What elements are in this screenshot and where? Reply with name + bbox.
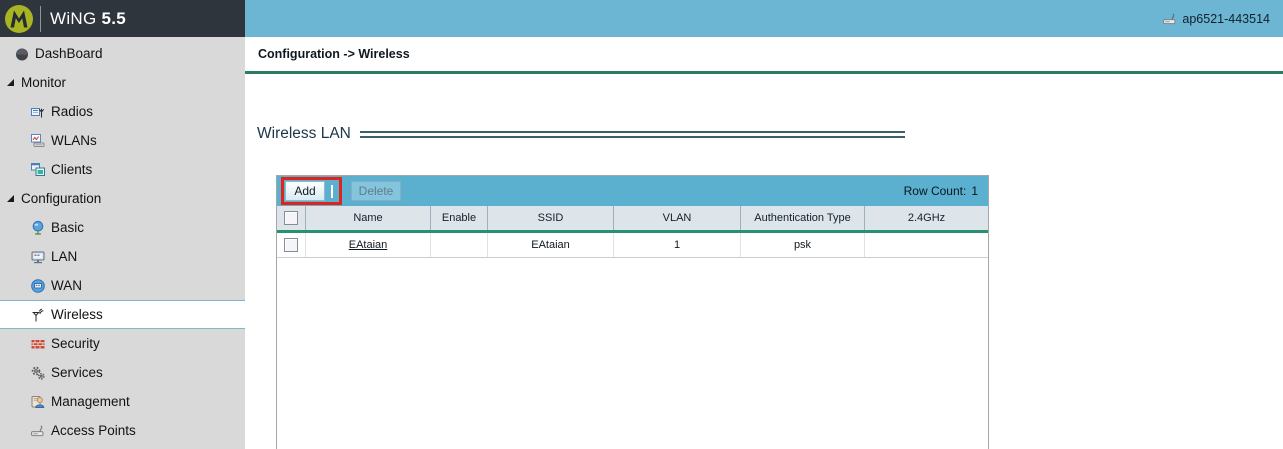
row-count: Row Count: 1 bbox=[904, 184, 980, 198]
sidebar-item-wlans[interactable]: WLANs bbox=[0, 126, 245, 155]
main-content: Configuration -> Wireless Wireless LAN A… bbox=[245, 37, 1283, 449]
access-point-icon bbox=[1161, 11, 1179, 27]
sidebar-item-label: Management bbox=[51, 394, 130, 409]
wireless-lan-table-panel: Add Delete Row Count: 1 Name Enable SSID… bbox=[276, 175, 989, 449]
cell-24ghz bbox=[865, 233, 988, 257]
section-title-rule bbox=[359, 130, 905, 138]
sidebar-group-configuration[interactable]: Configuration bbox=[0, 184, 245, 213]
services-gears-icon bbox=[29, 365, 47, 381]
sidebar-item-basic[interactable]: Basic bbox=[0, 213, 245, 242]
column-header-authentication-type[interactable]: Authentication Type bbox=[741, 206, 865, 230]
sidebar-group-label: Configuration bbox=[21, 191, 102, 206]
cell-enable bbox=[431, 233, 488, 257]
top-bar-blue: ap6521-443514 bbox=[245, 0, 1283, 37]
table-row: EAtaian EAtaian 1 psk bbox=[277, 233, 988, 258]
section-title-row: Wireless LAN bbox=[257, 125, 905, 143]
column-header-24ghz[interactable]: 2.4GHz bbox=[865, 206, 988, 230]
select-all-checkbox[interactable] bbox=[284, 211, 298, 225]
row-checkbox[interactable] bbox=[284, 238, 298, 252]
wlans-icon bbox=[29, 133, 47, 149]
basic-icon bbox=[29, 220, 47, 236]
sidebar-item-wireless[interactable]: Wireless bbox=[0, 300, 245, 329]
access-points-icon bbox=[29, 423, 47, 439]
delete-button[interactable]: Delete bbox=[351, 181, 401, 201]
table-toolbar: Add Delete Row Count: 1 bbox=[277, 176, 988, 206]
brand-block: WiNG 5.5 bbox=[0, 0, 245, 37]
add-button-cursor-tick bbox=[331, 184, 333, 198]
wireless-icon bbox=[29, 307, 47, 323]
sidebar-item-label: Services bbox=[51, 365, 103, 380]
sidebar-group-label: Monitor bbox=[21, 75, 67, 90]
column-header-enable[interactable]: Enable bbox=[431, 206, 488, 230]
security-brick-wall-icon bbox=[29, 336, 47, 352]
app-title-version: 5.5 bbox=[101, 8, 127, 28]
wan-icon bbox=[29, 278, 47, 294]
top-bar: WiNG 5.5 ap6521-443514 bbox=[0, 0, 1283, 37]
sidebar-item-label: WLANs bbox=[51, 133, 97, 148]
sidebar-nav: DashBoard Monitor Radios WLANs Clients C… bbox=[0, 37, 245, 449]
sidebar-item-services[interactable]: Services bbox=[0, 358, 245, 387]
cell-authentication-type: psk bbox=[741, 233, 865, 257]
app-title: WiNG 5.5 bbox=[50, 9, 126, 29]
breadcrumb-band: Configuration -> Wireless bbox=[245, 37, 1283, 74]
sidebar-item-label: Radios bbox=[51, 104, 94, 119]
sidebar-item-dashboard[interactable]: DashBoard bbox=[0, 39, 245, 68]
column-header-name[interactable]: Name bbox=[306, 206, 431, 230]
breadcrumb: Configuration -> Wireless bbox=[258, 47, 410, 61]
column-header-vlan[interactable]: VLAN bbox=[614, 206, 741, 230]
brand-divider bbox=[40, 5, 41, 32]
wlan-name-link[interactable]: EAtaian bbox=[349, 239, 388, 251]
sidebar-group-monitor[interactable]: Monitor bbox=[0, 68, 245, 97]
management-person-icon bbox=[29, 394, 47, 410]
sidebar-item-label: Wireless bbox=[51, 307, 103, 322]
sidebar-item-label: WAN bbox=[51, 278, 82, 293]
sidebar-item-access-points[interactable]: Access Points bbox=[0, 416, 245, 445]
table-empty-area bbox=[277, 258, 988, 449]
column-header-ssid[interactable]: SSID bbox=[488, 206, 614, 230]
lan-icon bbox=[29, 249, 47, 265]
sidebar-item-label: Security bbox=[51, 336, 100, 351]
select-all-cell bbox=[277, 206, 306, 230]
cell-ssid: EAtaian bbox=[488, 233, 614, 257]
expand-triangle-icon bbox=[7, 79, 14, 86]
sidebar-item-lan[interactable]: LAN bbox=[0, 242, 245, 271]
cell-name: EAtaian bbox=[306, 233, 431, 257]
row-count-label: Row Count: bbox=[903, 184, 967, 198]
dashboard-icon bbox=[13, 46, 31, 62]
row-select-cell bbox=[277, 233, 306, 257]
add-button[interactable]: Add bbox=[285, 181, 325, 201]
motorola-logo-icon bbox=[4, 4, 34, 34]
sidebar-item-label: Clients bbox=[51, 162, 93, 177]
sidebar-item-security[interactable]: Security bbox=[0, 329, 245, 358]
device-name-label: ap6521-443514 bbox=[1182, 11, 1270, 26]
row-count-value: 1 bbox=[971, 184, 978, 198]
app-title-name: WiNG bbox=[50, 8, 97, 28]
sidebar-item-management[interactable]: Management bbox=[0, 387, 245, 416]
sidebar-item-label: Basic bbox=[51, 220, 85, 235]
annotation-highlight-box: Add bbox=[281, 177, 342, 205]
sidebar-item-label: Access Points bbox=[51, 423, 136, 438]
cell-vlan: 1 bbox=[614, 233, 741, 257]
clients-icon bbox=[29, 162, 47, 178]
sidebar-item-wan[interactable]: WAN bbox=[0, 271, 245, 300]
sidebar-item-label: LAN bbox=[51, 249, 78, 264]
sidebar-item-clients[interactable]: Clients bbox=[0, 155, 245, 184]
radios-icon bbox=[29, 104, 47, 120]
expand-triangle-icon bbox=[7, 195, 14, 202]
page-title: Wireless LAN bbox=[257, 125, 351, 142]
sidebar-item-label: DashBoard bbox=[35, 46, 103, 61]
table-header-row: Name Enable SSID VLAN Authentication Typ… bbox=[277, 206, 988, 233]
sidebar-item-radios[interactable]: Radios bbox=[0, 97, 245, 126]
